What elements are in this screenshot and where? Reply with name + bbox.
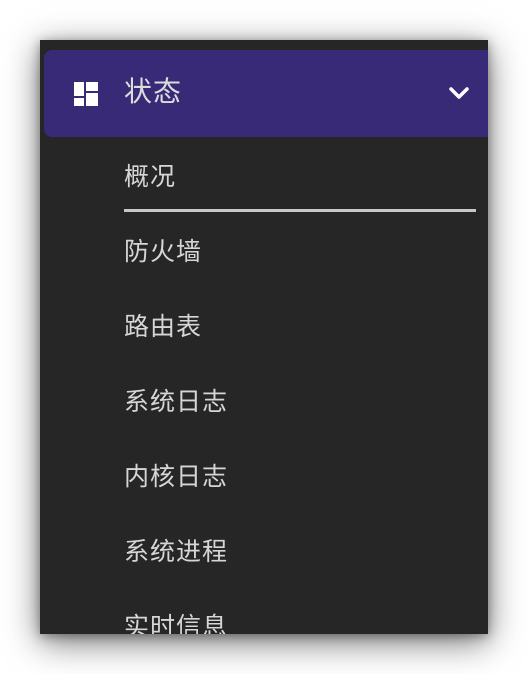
submenu-item-overview[interactable]: 概况 bbox=[124, 137, 476, 212]
status-menu-label: 状态 bbox=[124, 75, 183, 108]
status-submenu: 概况 防火墙 路由表 系统日志 内核日志 系统进程 实时信息 bbox=[124, 137, 476, 634]
dashboard-icon bbox=[74, 82, 98, 106]
submenu-item-label: 防火墙 bbox=[124, 237, 203, 266]
submenu-item-routes[interactable]: 路由表 bbox=[124, 287, 476, 362]
submenu-item-label: 实时信息 bbox=[124, 612, 229, 634]
sidebar-menu: 状态 概况 防火墙 路由表 系统日志 内核日志 系统进程 实时信息 bbox=[40, 40, 488, 634]
status-menu-header[interactable]: 状态 bbox=[44, 50, 488, 137]
submenu-item-label: 内核日志 bbox=[124, 462, 229, 491]
submenu-item-kernel-log[interactable]: 内核日志 bbox=[124, 437, 476, 512]
submenu-item-processes[interactable]: 系统进程 bbox=[124, 512, 476, 587]
chevron-down-icon[interactable] bbox=[446, 80, 472, 106]
submenu-item-firewall[interactable]: 防火墙 bbox=[124, 212, 476, 287]
submenu-item-label: 系统日志 bbox=[124, 387, 229, 416]
submenu-item-label: 系统进程 bbox=[124, 537, 229, 566]
submenu-item-realtime[interactable]: 实时信息 bbox=[124, 587, 476, 634]
submenu-item-label: 概况 bbox=[124, 162, 177, 191]
submenu-item-system-log[interactable]: 系统日志 bbox=[124, 362, 476, 437]
submenu-item-label: 路由表 bbox=[124, 312, 203, 341]
